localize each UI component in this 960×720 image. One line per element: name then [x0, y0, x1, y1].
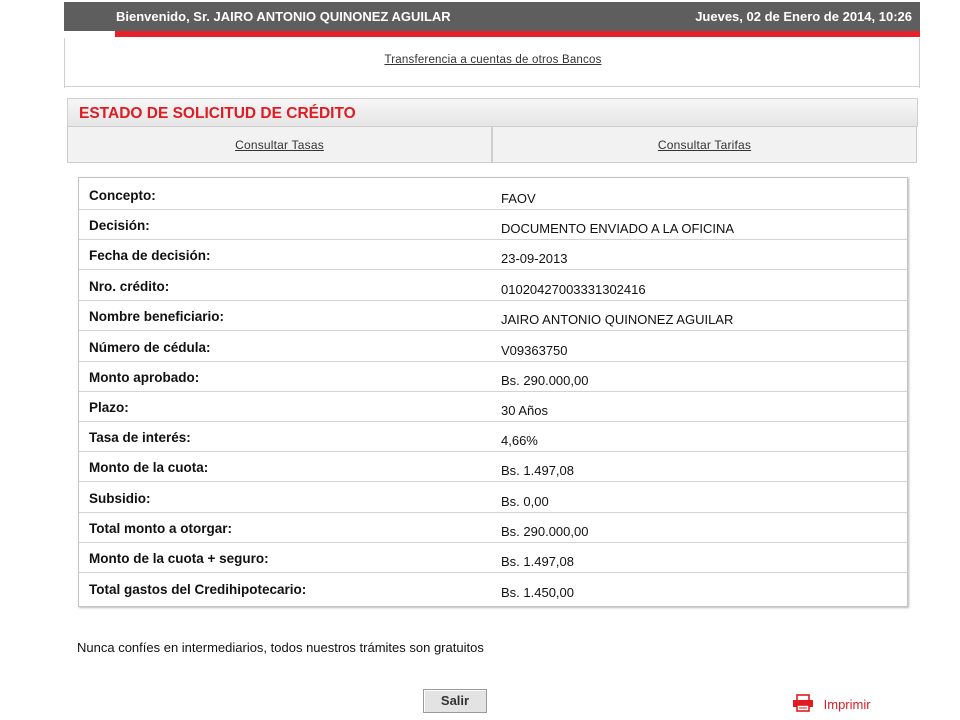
row-value: 30 Años: [501, 403, 548, 418]
row-value: V09363750: [501, 343, 568, 358]
date-time: Jueves, 02 de Enero de 2014, 10:26: [695, 9, 912, 24]
exit-button[interactable]: Salir: [423, 689, 487, 713]
security-notice: Nunca confíes en intermediarios, todos n…: [77, 640, 484, 655]
row-label: Nro. crédito:: [89, 279, 170, 294]
row-value: Bs. 0,00: [501, 494, 549, 509]
row-label: Número de cédula:: [89, 340, 211, 355]
transfer-link[interactable]: Transferencia a cuentas de otros Bancos: [0, 54, 960, 66]
row-label: Total gastos del Credihipotecario:: [89, 582, 307, 597]
row-value: Bs. 1.497,08: [501, 463, 574, 478]
row-value: 01020427003331302416: [501, 282, 646, 297]
top-bar: Bienvenido, Sr. JAIRO ANTONIO QUINONEZ A…: [64, 2, 920, 31]
row-value: FAOV: [501, 191, 536, 206]
row-value: 4,66%: [501, 433, 538, 448]
row-value: Bs. 1.497,08: [501, 554, 574, 569]
printer-icon[interactable]: [792, 694, 814, 715]
table-row: Número de cédula: V09363750: [79, 332, 907, 362]
tab-consultar-tasas[interactable]: Consultar Tasas: [67, 126, 492, 163]
table-row: Monto de la cuota: Bs. 1.497,08: [79, 452, 907, 482]
table-row: Fecha de decisión: 23-09-2013: [79, 240, 907, 270]
welcome-text: Bienvenido, Sr. JAIRO ANTONIO QUINONEZ A…: [116, 9, 451, 24]
row-label: Nombre beneficiario:: [89, 309, 225, 324]
table-row: Plazo: 30 Años: [79, 392, 907, 422]
table-row: Tasa de interés: 4,66%: [79, 422, 907, 452]
table-row: Total gastos del Credihipotecario: Bs. 1…: [79, 574, 907, 604]
row-label: Decisión:: [89, 218, 150, 233]
row-label: Tasa de interés:: [89, 430, 191, 445]
tab-consultar-tarifas[interactable]: Consultar Tarifas: [492, 126, 917, 163]
table-row: Nombre beneficiario: JAIRO ANTONIO QUINO…: [79, 301, 907, 331]
row-label: Monto aprobado:: [89, 370, 200, 385]
row-label: Subsidio:: [89, 491, 151, 506]
row-label: Fecha de decisión:: [89, 248, 211, 263]
row-value: Bs. 290.000,00: [501, 373, 589, 388]
table-row: Monto aprobado: Bs. 290.000,00: [79, 362, 907, 392]
print-link[interactable]: Imprimir: [792, 694, 871, 715]
row-value: Bs. 1.450,00: [501, 585, 574, 600]
print-label[interactable]: Imprimir: [824, 697, 871, 712]
row-label: Concepto:: [89, 188, 156, 203]
row-value: DOCUMENTO ENVIADO A LA OFICINA: [501, 221, 735, 236]
row-label: Total monto a otorgar:: [89, 521, 232, 536]
table-row: Total monto a otorgar: Bs. 290.000,00: [79, 513, 907, 543]
row-value: Bs. 290.000,00: [501, 524, 589, 539]
frame-bottom-border: [64, 86, 920, 87]
row-value: 23-09-2013: [501, 251, 568, 266]
table-row: Concepto: FAOV: [79, 180, 907, 210]
row-label: Monto de la cuota + seguro:: [89, 551, 269, 566]
table-row: Subsidio: Bs. 0,00: [79, 483, 907, 513]
row-label: Monto de la cuota:: [89, 460, 209, 475]
page-title: ESTADO DE SOLICITUD DE CRÉDITO: [79, 105, 356, 122]
row-label: Plazo:: [89, 400, 129, 415]
credit-details-table: Concepto: FAOV Decisión: DOCUMENTO ENVIA…: [78, 177, 908, 607]
panel-header: ESTADO DE SOLICITUD DE CRÉDITO: [67, 98, 918, 127]
table-row: Nro. crédito: 01020427003331302416: [79, 271, 907, 301]
row-value: JAIRO ANTONIO QUINONEZ AGUILAR: [501, 312, 734, 327]
table-row: Decisión: DOCUMENTO ENVIADO A LA OFICINA: [79, 210, 907, 240]
brand-stripe: [115, 31, 920, 37]
table-row: Monto de la cuota + seguro: Bs. 1.497,08: [79, 543, 907, 573]
